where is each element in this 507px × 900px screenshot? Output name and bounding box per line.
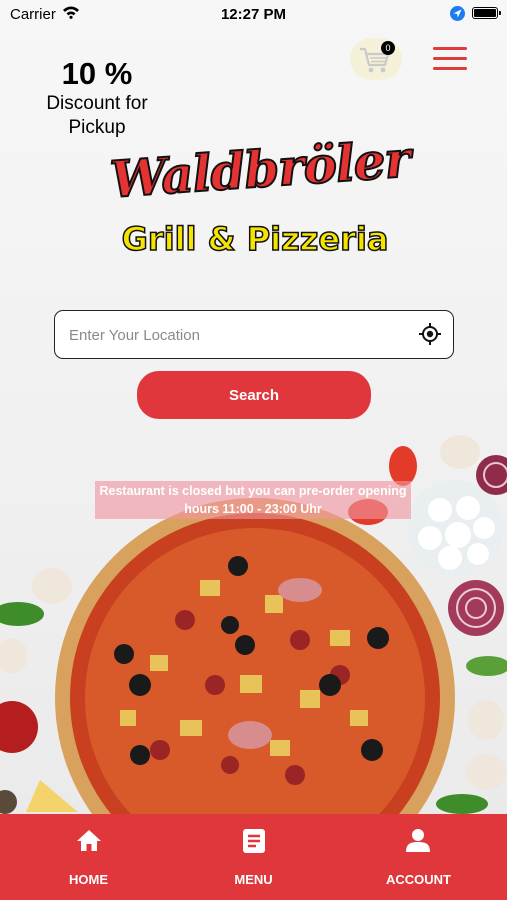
logo-subtitle: Grill & Pizzeria <box>121 219 389 259</box>
hamburger-line <box>433 67 467 70</box>
hamburger-line <box>433 47 467 50</box>
search-button[interactable]: Search <box>137 371 371 419</box>
bottom-nav: HOME MENU ACCOUNT <box>0 814 507 900</box>
restaurant-logo: Waldbröler Grill & Pizzeria <box>107 128 412 280</box>
pizza-ingredients-image <box>0 435 507 815</box>
nav-menu[interactable]: MENU <box>169 814 338 900</box>
discount-percent: 10 % <box>61 56 133 91</box>
status-time: 12:27 PM <box>220 6 287 23</box>
home-icon <box>77 830 101 851</box>
hamburger-menu-button[interactable] <box>430 45 470 73</box>
nav-home[interactable]: HOME <box>4 814 173 900</box>
discount-label-line2: Pickup <box>68 117 126 138</box>
gps-target-icon[interactable] <box>419 323 441 345</box>
logo-name: Waldbröler <box>107 128 412 210</box>
cart-button[interactable]: 0 <box>350 38 402 80</box>
closed-notice: Restaurant is closed but you can pre-ord… <box>95 481 411 519</box>
discount-label-line1: Discount for <box>46 93 148 114</box>
pickup-discount: 10 % Discount for Pickup <box>30 56 164 140</box>
battery-icon <box>472 7 501 19</box>
location-arrow-icon <box>450 6 465 21</box>
nav-menu-label: MENU <box>234 872 273 887</box>
location-input[interactable] <box>67 311 411 359</box>
nav-home-label: HOME <box>69 872 108 887</box>
app-screen: Carrier 12:27 PM 10 % Discount for Picku… <box>0 0 507 900</box>
nav-account[interactable]: ACCOUNT <box>334 814 503 900</box>
cart-count-badge: 0 <box>381 41 395 55</box>
status-bar: Carrier 12:27 PM <box>0 0 507 28</box>
menu-book-icon <box>243 829 265 853</box>
user-icon <box>406 829 430 852</box>
location-field <box>54 310 454 359</box>
nav-account-label: ACCOUNT <box>386 872 451 887</box>
hamburger-line <box>433 57 467 60</box>
